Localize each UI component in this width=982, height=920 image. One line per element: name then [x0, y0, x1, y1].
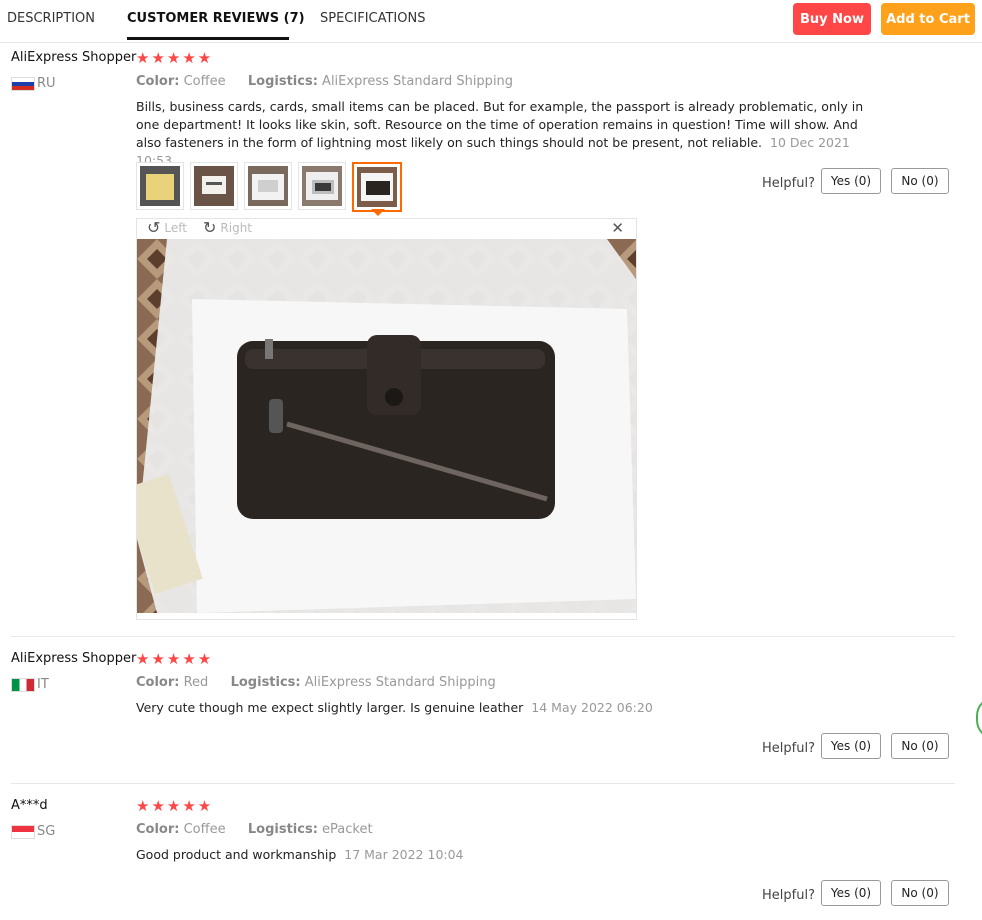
- helpful-no-button[interactable]: No (0): [891, 168, 949, 194]
- logistics-label: Logistics:: [247, 74, 318, 89]
- selected-thumbnail-pointer: [371, 209, 385, 216]
- color-value: Coffee: [183, 822, 226, 837]
- country-code: SG: [37, 824, 56, 839]
- rotate-left-label: Left: [164, 221, 187, 235]
- close-icon[interactable]: ✕: [611, 219, 624, 237]
- review-tabs: DESCRIPTION CUSTOMER REVIEWS (7) SPECIFI…: [0, 0, 982, 43]
- country-code: IT: [37, 677, 49, 692]
- logistics-value: AliExpress Standard Shipping: [304, 675, 496, 690]
- floating-side-widget[interactable]: [976, 696, 982, 740]
- photo-thumbnail[interactable]: [190, 162, 238, 210]
- review-date: 17 Mar 2022 10:04: [344, 847, 464, 862]
- color-value: Coffee: [183, 74, 226, 89]
- logistics-value: AliExpress Standard Shipping: [322, 74, 514, 89]
- rotate-right-label: Right: [220, 221, 253, 235]
- buy-now-button[interactable]: Buy Now: [793, 3, 871, 35]
- photo-thumbnail[interactable]: [244, 162, 292, 210]
- tab-specifications[interactable]: SPECIFICATIONS: [320, 11, 425, 26]
- flag-ru-icon: [11, 76, 35, 91]
- flag-it-icon: [11, 677, 35, 692]
- star-rating: ★★★★★: [136, 650, 214, 668]
- helpful-yes-button[interactable]: Yes (0): [821, 733, 881, 759]
- color-label: Color:: [136, 74, 180, 89]
- review-text: Very cute though me expect slightly larg…: [136, 700, 524, 715]
- star-rating: ★★★★★: [136, 797, 214, 815]
- reviewer-name: AliExpress Shopper: [11, 651, 137, 666]
- photo-viewer-toolbar: ↺ Left ↻ Right ✕: [137, 219, 636, 239]
- rotate-right-button[interactable]: ↻ Right: [203, 220, 252, 236]
- review-divider: [11, 783, 955, 784]
- helpful-yes-button[interactable]: Yes (0): [821, 880, 881, 906]
- review-text: Good product and workmanship: [136, 847, 337, 862]
- helpful-label: Helpful?: [762, 741, 815, 756]
- reviewer-country: RU: [11, 76, 56, 91]
- review-meta: Color: Coffee Logistics: ePacket: [136, 822, 373, 837]
- photo-thumbnail-selected[interactable]: [352, 162, 402, 212]
- active-tab-indicator: [127, 37, 289, 40]
- logistics-value: ePacket: [322, 822, 373, 837]
- review-date: 14 May 2022 06:20: [531, 700, 653, 715]
- review-text: Bills, business cards, cards, small item…: [136, 99, 864, 150]
- review-content: Bills, business cards, cards, small item…: [136, 98, 876, 170]
- flag-sg-icon: [11, 824, 35, 839]
- color-label: Color:: [136, 822, 180, 837]
- color-label: Color:: [136, 675, 180, 690]
- rotate-left-button[interactable]: ↺ Left: [147, 220, 187, 236]
- review-content: Good product and workmanship 17 Mar 2022…: [136, 846, 876, 864]
- helpful-label: Helpful?: [762, 888, 815, 903]
- review-divider: [11, 636, 955, 637]
- helpful-no-button[interactable]: No (0): [891, 733, 949, 759]
- rotate-left-icon: ↺: [147, 218, 161, 237]
- review-meta: Color: Red Logistics: AliExpress Standar…: [136, 675, 496, 690]
- photo-viewer: ↺ Left ↻ Right ✕: [136, 218, 637, 620]
- review-meta: Color: Coffee Logistics: AliExpress Stan…: [136, 74, 513, 89]
- rotate-right-icon: ↻: [203, 218, 217, 237]
- helpful-no-button[interactable]: No (0): [891, 880, 949, 906]
- review-content: Very cute though me expect slightly larg…: [136, 699, 876, 717]
- tab-customer-reviews[interactable]: CUSTOMER REVIEWS (7): [127, 11, 305, 26]
- reviewer-country: SG: [11, 824, 55, 839]
- tab-description[interactable]: DESCRIPTION: [7, 11, 95, 26]
- helpful-label: Helpful?: [762, 176, 815, 191]
- reviewer-name: AliExpress Shopper: [11, 50, 137, 65]
- reviewer-name: A***d: [11, 798, 48, 813]
- review-photo-thumbnails: [136, 162, 402, 212]
- photo-thumbnail[interactable]: [136, 162, 184, 210]
- photo-thumbnail[interactable]: [298, 162, 346, 210]
- star-rating: ★★★★★: [136, 49, 214, 67]
- color-value: Red: [183, 675, 209, 690]
- review-photo-large[interactable]: [137, 239, 636, 613]
- logistics-label: Logistics:: [230, 675, 301, 690]
- helpful-yes-button[interactable]: Yes (0): [821, 168, 881, 194]
- country-code: RU: [37, 76, 56, 91]
- reviewer-country: IT: [11, 677, 49, 692]
- logistics-label: Logistics:: [247, 822, 318, 837]
- add-to-cart-button[interactable]: Add to Cart: [881, 3, 975, 35]
